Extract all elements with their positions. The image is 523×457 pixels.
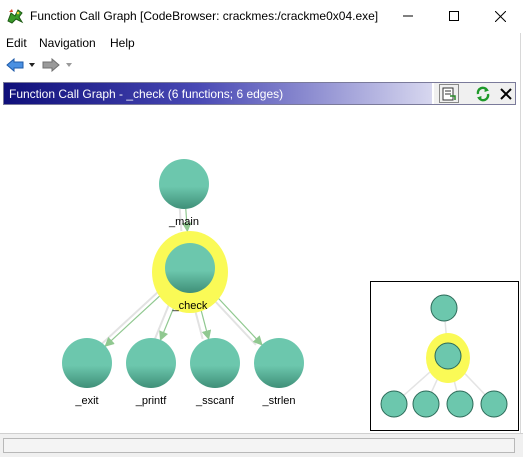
node-sscanf[interactable] (190, 338, 240, 388)
graph-canvas[interactable]: _main _check _exit _printf _sscanf _strlen (0, 106, 520, 433)
export-graph-icon (442, 87, 456, 100)
panel-actions (434, 83, 515, 104)
close-panel-button[interactable] (496, 84, 516, 103)
title-bar: Function Call Graph [CodeBrowser: crackm… (0, 0, 523, 32)
node-printf[interactable] (126, 338, 176, 388)
function-call-graph[interactable]: _main _check _exit _printf _sscanf _strlen (0, 106, 520, 433)
maximize-button[interactable] (431, 0, 477, 32)
mini-node-check (434, 342, 462, 370)
menu-navigation[interactable]: Navigation (39, 36, 96, 50)
edge-check-exit (104, 288, 168, 347)
node-label-exit: _exit (74, 395, 98, 407)
close-icon (494, 10, 506, 22)
menu-edit[interactable]: Edit (6, 36, 27, 50)
close-button[interactable] (477, 0, 523, 32)
minimize-icon (403, 15, 413, 17)
toolbar (0, 53, 520, 77)
refresh-button[interactable] (473, 84, 493, 103)
export-graph-button[interactable] (439, 84, 459, 103)
back-arrow-icon (6, 58, 35, 72)
window-edge (520, 33, 521, 433)
node-label-check: _check (172, 300, 208, 312)
status-bar (0, 433, 523, 457)
forward-button[interactable] (42, 56, 76, 74)
minimize-button[interactable] (385, 0, 431, 32)
node-check[interactable] (165, 243, 215, 293)
node-label-printf: _printf (135, 395, 168, 407)
refresh-icon (476, 86, 490, 101)
mini-node-printf (412, 390, 440, 418)
mini-node-sscanf (446, 390, 474, 418)
node-label-sscanf: _sscanf (195, 395, 235, 407)
maximize-icon (449, 11, 459, 21)
node-exit[interactable] (62, 338, 112, 388)
mini-node-strlen (480, 390, 508, 418)
menu-help[interactable]: Help (110, 36, 135, 50)
mini-node-main (430, 294, 458, 322)
panel-title: Function Call Graph - _check (6 function… (9, 87, 284, 101)
node-label-strlen: _strlen (261, 395, 295, 407)
panel-header: Function Call Graph - _check (6 function… (3, 82, 516, 105)
status-field (3, 438, 515, 453)
node-strlen[interactable] (254, 338, 304, 388)
mini-node-exit (380, 390, 408, 418)
node-main[interactable] (159, 159, 209, 209)
window-title: Function Call Graph [CodeBrowser: crackm… (30, 9, 379, 23)
menu-bar: Edit Navigation Help (0, 33, 520, 53)
node-label-main: _main (168, 216, 199, 228)
close-icon (500, 87, 512, 100)
edge-shadow-check-exit (98, 288, 162, 347)
back-button[interactable] (6, 56, 36, 74)
ghidra-dragon-icon (7, 9, 24, 24)
forward-arrow-icon (42, 58, 72, 72)
panel-title-bar: Function Call Graph - _check (6 function… (4, 83, 432, 104)
